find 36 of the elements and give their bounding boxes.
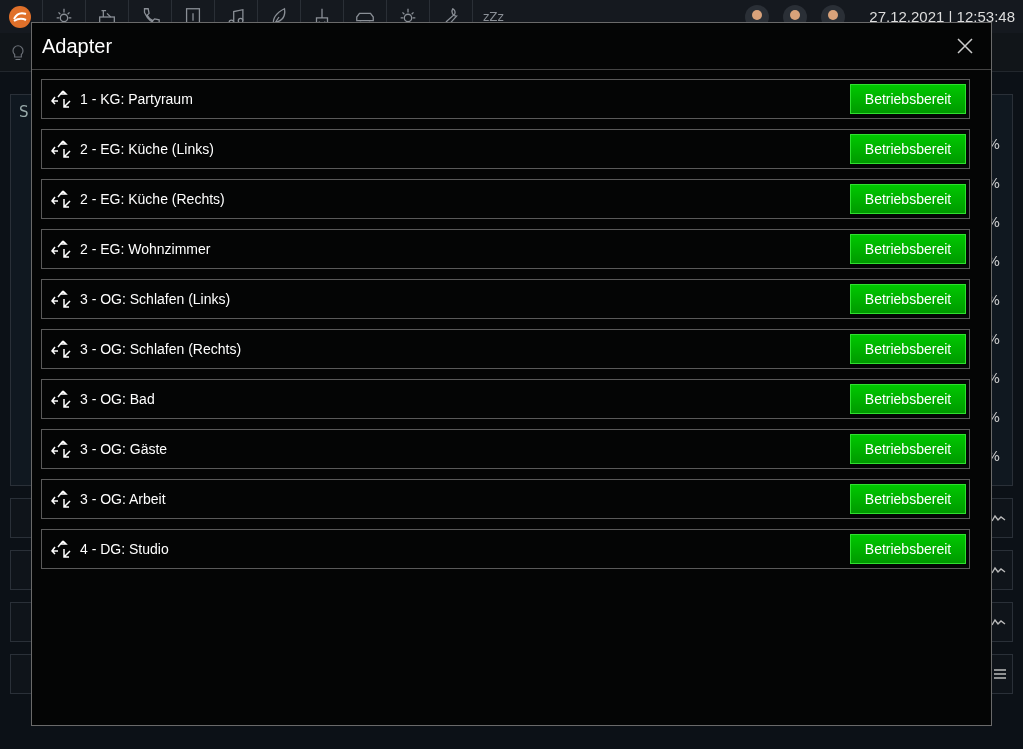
close-button[interactable]	[955, 36, 975, 56]
status-button[interactable]: Betriebsbereit	[850, 534, 966, 564]
recycle-arrows-icon	[50, 188, 72, 210]
panel-title: S	[19, 103, 29, 121]
status-button[interactable]: Betriebsbereit	[850, 434, 966, 464]
recycle-arrows-icon	[50, 138, 72, 160]
adapter-name: 3 - OG: Schlafen (Rechts)	[80, 341, 243, 357]
status-button[interactable]: Betriebsbereit	[850, 384, 966, 414]
adapter-name: 2 - EG: Wohnzimmer	[80, 241, 212, 257]
adapter-name: 3 - OG: Gäste	[80, 441, 169, 457]
logo-icon[interactable]	[8, 4, 32, 29]
recycle-arrows-icon	[50, 338, 72, 360]
recycle-arrows-icon	[50, 88, 72, 110]
status-button[interactable]: Betriebsbereit	[850, 334, 966, 364]
adapter-name: 3 - OG: Arbeit	[80, 491, 167, 507]
adapter-name: 3 - OG: Bad	[80, 391, 156, 407]
recycle-arrows-icon	[50, 288, 72, 310]
recycle-arrows-icon	[50, 538, 72, 560]
sleep-label[interactable]: zZz	[483, 9, 504, 24]
status-button[interactable]: Betriebsbereit	[850, 84, 966, 114]
status-button[interactable]: Betriebsbereit	[850, 284, 966, 314]
recycle-arrows-icon	[50, 438, 72, 460]
list-icon[interactable]	[992, 667, 1006, 681]
adapter-name: 2 - EG: Küche (Rechts)	[80, 191, 226, 207]
adapter-name: 1 - KG: Partyraum	[80, 91, 194, 107]
recycle-arrows-icon	[50, 388, 72, 410]
recycle-arrows-icon	[50, 238, 72, 260]
dialog-title: Adapter	[42, 34, 113, 58]
status-button[interactable]: Betriebsbereit	[850, 234, 966, 264]
adapter-name: 4 - DG: Studio	[80, 541, 170, 557]
adapter-name: 3 - OG: Schlafen (Links)	[80, 291, 232, 307]
recycle-arrows-icon	[50, 488, 72, 510]
status-button[interactable]: Betriebsbereit	[850, 134, 966, 164]
adapter-name: 2 - EG: Küche (Links)	[80, 141, 215, 157]
status-button[interactable]: Betriebsbereit	[850, 484, 966, 514]
status-button[interactable]: Betriebsbereit	[850, 184, 966, 214]
